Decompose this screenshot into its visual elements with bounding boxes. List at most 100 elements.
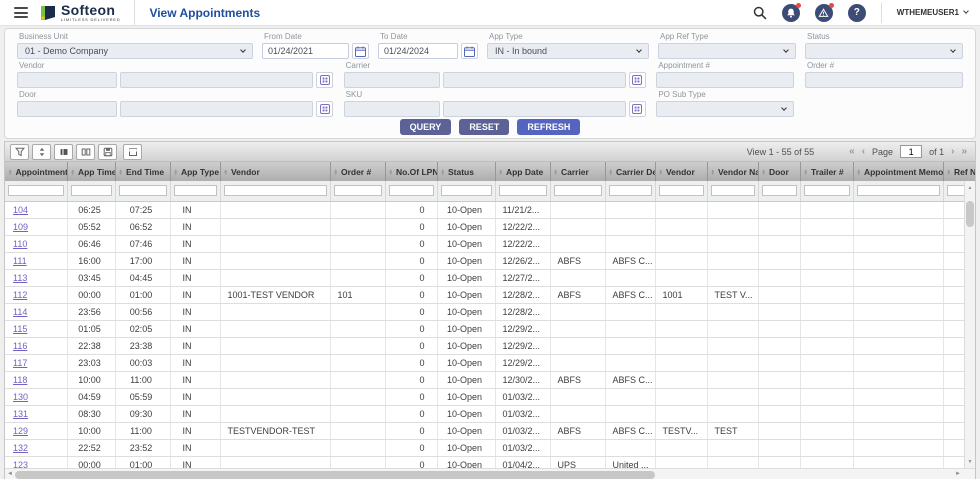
appointment-link[interactable]: 111 <box>13 256 27 266</box>
column-header-appointment[interactable]: ▲▼Appointment▲ <box>5 162 67 181</box>
appointment-link[interactable]: 118 <box>13 375 27 385</box>
column-filter-input[interactable] <box>119 185 167 196</box>
appointment-link[interactable]: 115 <box>13 324 27 334</box>
status-select[interactable] <box>805 43 963 59</box>
appointment-link[interactable]: 130 <box>13 392 28 402</box>
column-filter-input[interactable] <box>389 185 434 196</box>
menu-icon[interactable] <box>14 7 28 18</box>
column-header-appointment-memo[interactable]: ▲▼Appointment Memo <box>853 162 943 181</box>
reset-button[interactable]: RESET <box>459 119 509 135</box>
notifications-bell-icon[interactable] <box>782 4 800 22</box>
column-header-door[interactable]: ▲▼Door <box>758 162 800 181</box>
po-sub-type-select[interactable] <box>656 101 794 117</box>
query-button[interactable]: QUERY <box>400 119 452 135</box>
column-header-trailer-[interactable]: ▲▼Trailer # <box>800 162 853 181</box>
column-filter-input[interactable] <box>499 185 547 196</box>
help-icon[interactable]: ? <box>848 4 866 22</box>
column-filter-input[interactable] <box>334 185 382 196</box>
appointment-link[interactable]: 113 <box>13 273 27 283</box>
sort-arrows-icon[interactable] <box>32 144 51 160</box>
appointment-link[interactable]: 131 <box>13 409 28 419</box>
page-number-input[interactable] <box>900 145 922 158</box>
column-header-app-date[interactable]: ▲▼App Date <box>495 162 550 181</box>
scroll-up-icon[interactable]: ▲ <box>965 185 975 191</box>
sku-code-input[interactable] <box>344 101 440 117</box>
column-header-no-of-lpns[interactable]: ▲▼No.Of LPNs <box>385 162 437 181</box>
column-header-vendor-nam[interactable]: ▲▼Vendor Nam <box>707 162 758 181</box>
scroll-right-icon[interactable]: ► <box>955 471 961 477</box>
door-code-input[interactable] <box>17 101 117 117</box>
refresh-button[interactable]: REFRESH <box>517 119 580 135</box>
carrier-lookup-button[interactable] <box>629 72 646 88</box>
vendor-code-input[interactable] <box>17 72 117 88</box>
appointment-link[interactable]: 129 <box>13 426 28 436</box>
column-filter-input[interactable] <box>8 185 64 196</box>
vertical-scroll-thumb[interactable] <box>966 201 974 227</box>
appointment-link[interactable]: 117 <box>13 358 27 368</box>
save-layout-icon[interactable] <box>98 144 117 160</box>
appointment-link[interactable]: 112 <box>13 290 27 300</box>
appointment-link[interactable]: 114 <box>13 307 27 317</box>
from-date-calendar-button[interactable] <box>352 43 369 59</box>
appointment-link[interactable]: 123 <box>13 460 28 468</box>
column-chooser-icon[interactable] <box>54 144 73 160</box>
from-date-input[interactable] <box>262 43 349 59</box>
column-filter-input[interactable] <box>762 185 797 196</box>
business-unit-select[interactable]: 01 - Demo Company <box>17 43 253 59</box>
search-icon[interactable] <box>753 6 767 20</box>
column-filter-input[interactable] <box>659 185 704 196</box>
column-header-app-time[interactable]: ▲▼App Time <box>67 162 115 181</box>
scroll-down-icon[interactable]: ▼ <box>965 459 975 465</box>
scroll-left-icon[interactable]: ◄ <box>7 471 13 477</box>
horizontal-scroll-thumb[interactable] <box>15 471 655 479</box>
column-filter-input[interactable] <box>804 185 850 196</box>
column-header-vendor[interactable]: ▲▼Vendor <box>655 162 707 181</box>
sku-desc-input[interactable] <box>443 101 626 117</box>
column-header-app-type[interactable]: ▲▼App Type <box>170 162 220 181</box>
horizontal-scrollbar[interactable]: ◄ ► <box>5 468 975 479</box>
carrier-code-input[interactable] <box>344 72 440 88</box>
filter-funnel-icon[interactable] <box>10 144 29 160</box>
prev-page-icon[interactable]: ‹ <box>862 147 865 157</box>
column-header-carrier-descri[interactable]: ▲▼Carrier Descri <box>605 162 655 181</box>
door-lookup-button[interactable] <box>316 101 333 117</box>
column-filter-input[interactable] <box>224 185 327 196</box>
appointment-link[interactable]: 116 <box>13 341 27 351</box>
next-page-icon[interactable]: › <box>951 147 954 157</box>
appointment-link[interactable]: 109 <box>13 222 28 232</box>
app-type-select[interactable]: IN - In bound <box>487 43 649 59</box>
column-filter-input[interactable] <box>71 185 112 196</box>
appointment-link[interactable]: 132 <box>13 443 28 453</box>
to-date-calendar-button[interactable] <box>461 43 478 59</box>
column-filter-input[interactable] <box>174 185 217 196</box>
last-page-icon[interactable]: » <box>961 147 967 157</box>
column-filter-input[interactable] <box>441 185 492 196</box>
vendor-name-input[interactable] <box>120 72 313 88</box>
to-date-input[interactable] <box>378 43 458 59</box>
app-ref-type-select[interactable] <box>658 43 796 59</box>
column-header-carrier[interactable]: ▲▼Carrier <box>550 162 605 181</box>
column-filter-input[interactable] <box>857 185 940 196</box>
column-filter-input[interactable] <box>609 185 652 196</box>
column-header-end-time[interactable]: ▲▼End Time <box>115 162 170 181</box>
column-header-vendor[interactable]: ▲▼Vendor <box>220 162 330 181</box>
vendor-lookup-button[interactable] <box>316 72 333 88</box>
sku-lookup-button[interactable] <box>629 101 646 117</box>
appointment-link[interactable]: 110 <box>13 239 27 249</box>
maximize-grid-icon[interactable] <box>123 144 142 160</box>
door-desc-input[interactable] <box>120 101 313 117</box>
appointment-link[interactable]: 104 <box>13 205 28 215</box>
first-page-icon[interactable]: « <box>849 147 855 157</box>
alerts-triangle-icon[interactable] <box>815 4 833 22</box>
user-menu[interactable]: WTHEMEUSER1 <box>881 3 968 23</box>
carrier-name-input[interactable] <box>443 72 626 88</box>
freeze-columns-icon[interactable] <box>76 144 95 160</box>
column-header-ref-n[interactable]: ▲▼Ref N <box>943 162 975 181</box>
column-header-status[interactable]: ▲▼Status <box>437 162 495 181</box>
order-number-input[interactable] <box>805 72 963 88</box>
column-header-order-[interactable]: ▲▼Order # <box>330 162 385 181</box>
appointment-number-input[interactable] <box>656 72 794 88</box>
column-filter-input[interactable] <box>554 185 602 196</box>
column-filter-input[interactable] <box>711 185 755 196</box>
vertical-scrollbar[interactable]: ▲ ▼ <box>964 181 975 468</box>
